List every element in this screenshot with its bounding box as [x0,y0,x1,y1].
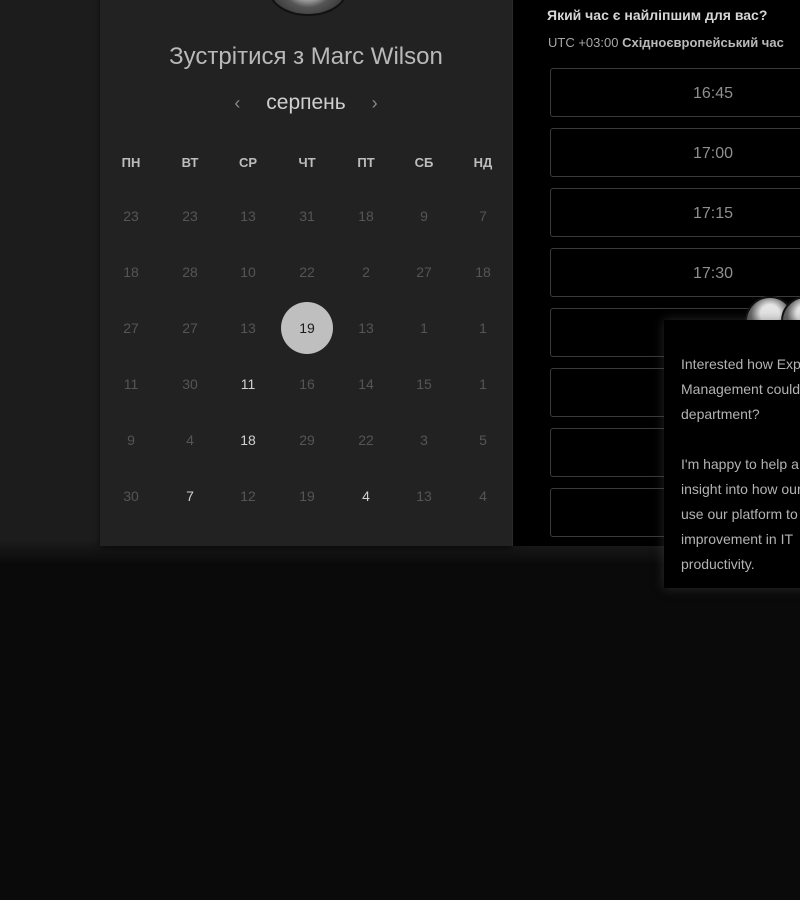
calendar-day: 11 [123,376,139,392]
calendar-day: 1 [420,320,428,336]
calendar-day: 27 [182,320,198,336]
calendar-day: 9 [127,432,135,448]
calendar-day: 30 [182,376,198,392]
calendar-day: 31 [299,208,315,224]
calendar-day: 28 [182,264,198,280]
calendar-day: 23 [182,208,198,224]
month-label: серпень [266,91,346,114]
calendar-day[interactable]: 4 [340,470,392,522]
meeting-title: Зустрітися з Marc Wilson [169,43,443,70]
weekday-header: СР [238,155,258,170]
weekday-header: НД [473,155,493,170]
calendar-day: 9 [420,208,428,224]
calendar-day: 27 [123,320,139,336]
calendar-day: 10 [240,264,256,280]
calendar-day: 22 [299,264,315,280]
calendar-day: 7 [479,208,487,224]
calendar-day: 14 [358,376,374,392]
calendar-day: 18 [123,264,139,280]
calendar-day: 16 [299,376,315,392]
next-month-icon[interactable]: › [364,93,386,114]
page: Зустрітися з Marc Wilson ‹ серпень › ПН В… [0,0,800,900]
calendar-day: 2 [362,264,370,280]
calendar-day: 27 [416,264,432,280]
calendar-day[interactable]: 7 [164,470,216,522]
calendar-day-selected[interactable]: 19 [281,302,333,354]
calendar-day: 4 [479,488,487,504]
weekday-header: ЧТ [298,155,316,170]
calendar-day: 1 [479,320,487,336]
weekday-header: ВТ [181,155,199,170]
calendar-day: 12 [240,488,256,504]
time-slot[interactable]: 17:15 [550,188,800,237]
time-slot[interactable]: 17:30 [550,248,800,297]
weekday-header: СБ [414,155,434,170]
calendar-day: 13 [240,208,256,224]
calendar-day: 13 [416,488,432,504]
timezone-selector[interactable]: UTC +03:00 Східноєвропейський час [548,35,784,50]
calendar-day: 22 [358,432,374,448]
calendar-day: 13 [240,320,256,336]
calendar-day: 18 [358,208,374,224]
timezone-offset: UTC +03:00 [548,35,619,50]
weekday-header: ПН [121,155,141,170]
calendar-day: 1 [479,376,487,392]
calendar-day: 5 [479,432,487,448]
month-navigation: ‹ серпень › [100,91,512,115]
calendar-day: 4 [186,432,194,448]
calendar-day: 29 [299,432,315,448]
chat-message: Interested how Expert Management could d… [681,356,800,572]
calendar-day: 13 [358,320,374,336]
timezone-name: Східноєвропейський час [622,35,784,50]
calendar-day: 23 [123,208,139,224]
chat-popup[interactable]: Interested how Expert Management could d… [664,320,800,588]
calendar-card: Зустрітися з Marc Wilson ‹ серпень › ПН В… [100,0,513,546]
calendar-day: 19 [299,488,315,504]
calendar-day: 30 [123,488,139,504]
time-slot[interactable]: 17:00 [550,128,800,177]
prev-month-icon[interactable]: ‹ [226,93,248,114]
time-question: Який час є найліпшим для вас? [547,7,768,23]
weekday-header: ПТ [357,155,375,170]
calendar-day: 3 [420,432,428,448]
time-slot[interactable]: 16:45 [550,68,800,117]
calendar-day[interactable]: 11 [222,358,274,410]
host-avatar [268,0,348,16]
calendar-day[interactable]: 18 [222,414,274,466]
calendar-day: 15 [416,376,432,392]
calendar-day: 18 [475,264,491,280]
